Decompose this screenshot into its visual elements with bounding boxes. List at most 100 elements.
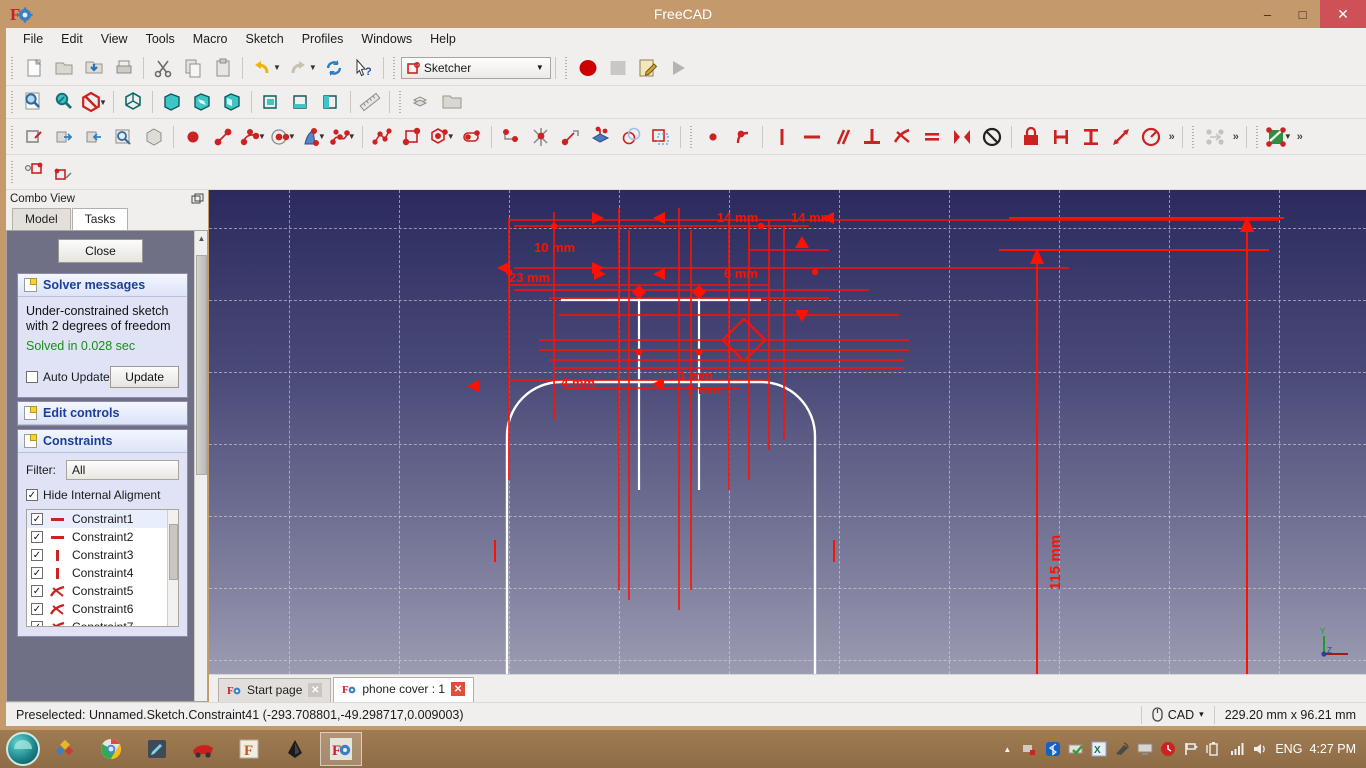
constrain-parallel-icon[interactable] <box>827 123 857 151</box>
constraints-list-scrollbar[interactable] <box>167 510 178 626</box>
menu-windows[interactable]: Windows <box>352 30 421 48</box>
slot-icon[interactable] <box>457 123 487 151</box>
list-item[interactable]: ✓ Constraint5 <box>27 582 178 600</box>
constrain-perpendicular-icon[interactable] <box>857 123 887 151</box>
right-view-icon[interactable] <box>217 88 247 116</box>
constrain-distance-icon[interactable] <box>1106 123 1136 151</box>
chevron-down-icon[interactable]: ▾ <box>1199 709 1204 720</box>
polygon-icon[interactable] <box>427 123 451 151</box>
constrain-horizontal-icon[interactable] <box>797 123 827 151</box>
constrain-equal-icon[interactable] <box>917 123 947 151</box>
menu-macro[interactable]: Macro <box>184 30 237 48</box>
maximize-button[interactable]: □ <box>1285 0 1320 28</box>
visual-overflow-icon[interactable]: » <box>1294 131 1306 143</box>
sketcher-tools-overflow-icon[interactable]: » <box>1230 131 1242 143</box>
carbon-copy-icon[interactable] <box>616 123 646 151</box>
toolbar-grip[interactable] <box>562 56 570 79</box>
display-icon[interactable] <box>1137 741 1153 757</box>
dimension-label[interactable]: 14 mm <box>791 210 832 225</box>
constraints-header[interactable]: Constraints <box>18 430 187 453</box>
toolbar-grip[interactable] <box>9 161 16 183</box>
copy-icon[interactable] <box>178 54 208 82</box>
menu-profiles[interactable]: Profiles <box>293 30 353 48</box>
bottom-view-icon[interactable] <box>286 88 316 116</box>
tasks-panel-scrollbar[interactable]: ▲ <box>194 231 207 701</box>
hide-internal-alignment-checkbox[interactable]: ✓ Hide Internal Aligment <box>26 488 179 502</box>
disk-check-icon[interactable] <box>1068 741 1084 757</box>
constrain-lock-icon[interactable] <box>1016 123 1046 151</box>
whats-this-icon[interactable]: ? <box>349 54 379 82</box>
measure-icon[interactable] <box>355 88 385 116</box>
toolbar-grip[interactable] <box>9 125 16 148</box>
signal-icon[interactable] <box>1229 741 1245 757</box>
view-section-icon[interactable] <box>109 123 139 151</box>
fit-selection-icon[interactable] <box>49 88 79 116</box>
hide-internal-alignment-checkbox-box[interactable]: ✓ <box>26 489 38 501</box>
conic-icon[interactable] <box>298 123 322 151</box>
auto-update-checkbox-box[interactable] <box>26 371 38 383</box>
toggle-construction-icon[interactable] <box>1264 123 1288 151</box>
toolbar-grip[interactable] <box>390 56 398 79</box>
external-geometry-icon[interactable] <box>586 123 616 151</box>
constrain-coincident-icon[interactable] <box>698 123 728 151</box>
excel-icon[interactable]: X <box>1091 741 1107 757</box>
dimension-label[interactable]: 115 mm <box>1047 535 1064 590</box>
menu-help[interactable]: Help <box>421 30 465 48</box>
constrain-tangent-icon[interactable] <box>887 123 917 151</box>
rectangle-icon[interactable] <box>397 123 427 151</box>
constraints-overflow-icon[interactable]: » <box>1166 131 1178 143</box>
sketcher-visual-b-icon[interactable] <box>49 158 79 186</box>
auto-update-checkbox[interactable]: Auto Update <box>26 370 110 384</box>
dimension-label[interactable]: 4 mm <box>561 375 595 390</box>
list-item[interactable]: ✓ Constraint6 <box>27 600 178 618</box>
menu-edit[interactable]: Edit <box>52 30 92 48</box>
navigation-style-cell[interactable]: CAD ▾ <box>1140 705 1214 724</box>
extend-icon[interactable] <box>556 123 586 151</box>
paste-icon[interactable] <box>208 54 238 82</box>
toggle-grid-icon[interactable] <box>139 123 169 151</box>
tasks-scrollbar-thumb[interactable] <box>196 255 207 475</box>
close-icon[interactable]: ✕ <box>308 683 323 697</box>
close-sketch-button[interactable]: Close <box>58 239 143 263</box>
toolbar-grip[interactable] <box>1253 125 1261 148</box>
rectangular-array-icon[interactable] <box>646 123 676 151</box>
constraint-visibility-checkbox[interactable]: ✓ <box>31 585 43 597</box>
edit-controls-header[interactable]: Edit controls <box>18 402 187 425</box>
create-part-icon[interactable] <box>407 88 437 116</box>
point-icon[interactable] <box>178 123 208 151</box>
scroll-up-icon[interactable]: ▲ <box>195 231 207 245</box>
bluetooth-icon[interactable] <box>1045 741 1061 757</box>
menu-sketch[interactable]: Sketch <box>237 30 293 48</box>
constrain-horizontal-distance-icon[interactable] <box>1046 123 1076 151</box>
select-elements-icon[interactable] <box>1200 123 1230 151</box>
constraints-list[interactable]: ✓ Constraint1 ✓ Constraint2 ✓ Constraint… <box>26 509 179 627</box>
menu-view[interactable]: View <box>92 30 137 48</box>
create-group-icon[interactable] <box>437 88 467 116</box>
dimension-label[interactable]: 1 mm <box>687 382 721 397</box>
arc-icon[interactable] <box>238 123 262 151</box>
antenna-icon[interactable] <box>1114 741 1130 757</box>
dimension-label[interactable]: 6 mm <box>724 266 758 281</box>
constrain-angle-icon[interactable] <box>1136 123 1166 151</box>
chevron-down-icon[interactable]: ▼ <box>536 63 544 72</box>
toolbar-grip[interactable] <box>9 56 16 79</box>
taskbar-app-red[interactable] <box>182 732 224 766</box>
dimension-label[interactable]: 10 mm <box>534 240 575 255</box>
redo-icon[interactable] <box>283 54 313 82</box>
macro-stop-icon[interactable] <box>603 54 633 82</box>
toolbar-grip[interactable] <box>687 125 695 148</box>
taskbar-app-colors[interactable] <box>44 732 86 766</box>
menu-file[interactable]: File <box>14 30 52 48</box>
clock-time[interactable]: 4:27 PM <box>1309 742 1356 756</box>
edit-sketch-icon[interactable] <box>19 123 49 151</box>
leave-sketch-icon[interactable] <box>49 123 79 151</box>
constraints-filter-select[interactable]: All <box>66 460 179 480</box>
tray-expand-icon[interactable]: ▲ <box>999 741 1015 757</box>
list-item[interactable]: ✓ Constraint4 <box>27 564 178 582</box>
taskbar-app-editor[interactable] <box>136 732 178 766</box>
tab-tasks[interactable]: Tasks <box>71 208 129 231</box>
fillet-icon[interactable] <box>496 123 526 151</box>
save-document-icon[interactable] <box>79 54 109 82</box>
polyline-icon[interactable] <box>367 123 397 151</box>
undo-icon[interactable] <box>247 54 277 82</box>
